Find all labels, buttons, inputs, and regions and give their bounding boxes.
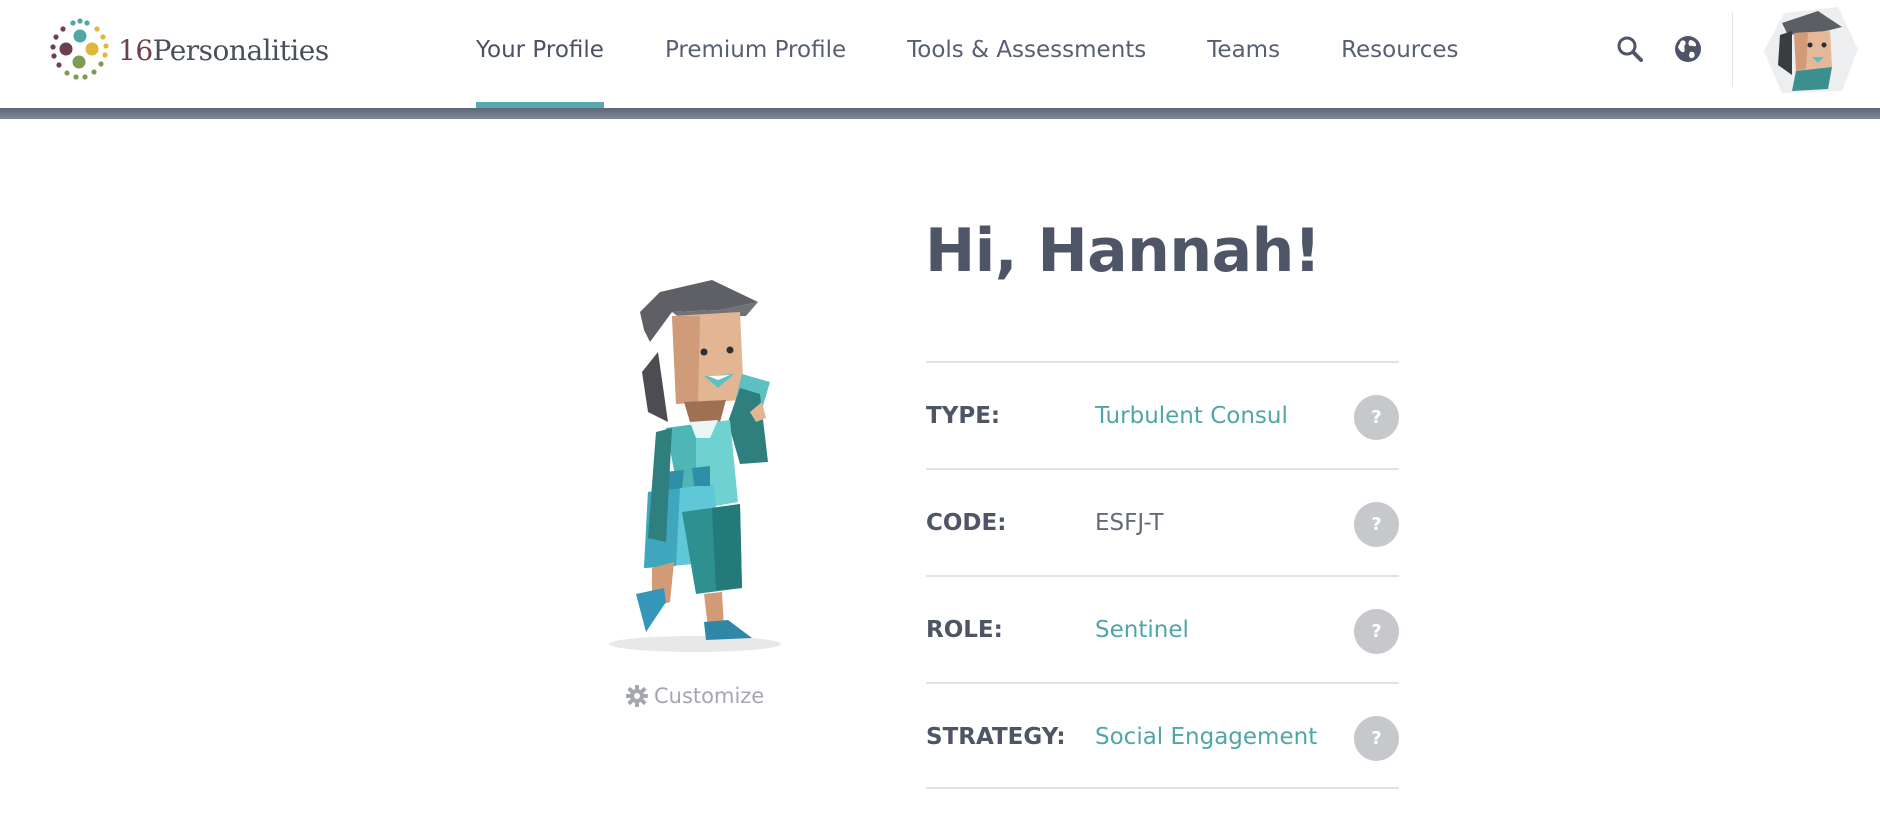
type-value-link[interactable]: Turbulent Consul: [1095, 403, 1288, 429]
logo-dots-icon: [50, 18, 109, 80]
help-button-strategy[interactable]: ?: [1354, 716, 1399, 761]
profile-row-code: CODE: ESFJ-T ?: [926, 468, 1399, 575]
globe-icon[interactable]: [1672, 33, 1704, 65]
top-navigation-bar: 16Personalities Your Profile Premium Pro…: [0, 0, 1880, 110]
nav-item-label: Resources: [1341, 37, 1459, 63]
help-button-type[interactable]: ?: [1354, 395, 1399, 440]
header-shadow-bar: [0, 108, 1880, 119]
nav-item-label: Your Profile: [476, 37, 604, 63]
user-avatar[interactable]: [1762, 5, 1860, 95]
logo-number: 16: [118, 33, 153, 67]
profile-row-strategy: STRATEGY: Social Engagement ?: [926, 682, 1399, 789]
header-divider: [1732, 12, 1733, 86]
gear-icon: [626, 685, 648, 707]
nav-your-profile[interactable]: Your Profile: [476, 0, 604, 110]
row-label: TYPE:: [926, 403, 1001, 429]
row-label: ROLE:: [926, 617, 1003, 643]
profile-summary: TYPE: Turbulent Consul ? CODE: ESFJ-T ? …: [926, 361, 1399, 789]
role-value-link[interactable]: Sentinel: [1095, 617, 1189, 643]
help-button-code[interactable]: ?: [1354, 502, 1399, 547]
strategy-value-link[interactable]: Social Engagement: [1095, 724, 1317, 750]
page-title: Hi, Hannah!: [925, 216, 1321, 286]
profile-row-type: TYPE: Turbulent Consul ?: [926, 361, 1399, 468]
customize-button[interactable]: Customize: [626, 684, 764, 708]
row-label: STRATEGY:: [926, 724, 1066, 750]
site-logo[interactable]: 16Personalities: [47, 17, 329, 83]
nav-item-label: Teams: [1207, 37, 1281, 63]
customize-label: Customize: [654, 684, 765, 708]
logo-wordmark: 16Personalities: [118, 34, 329, 67]
search-icon[interactable]: [1614, 33, 1646, 65]
nav-item-label: Premium Profile: [664, 37, 847, 63]
help-button-role[interactable]: ?: [1354, 609, 1399, 654]
profile-row-role: ROLE: Sentinel ?: [926, 575, 1399, 682]
nav-resources[interactable]: Resources: [1341, 0, 1458, 110]
row-label: CODE:: [926, 510, 1007, 536]
nav-teams[interactable]: Teams: [1207, 0, 1280, 110]
nav-item-label: Tools & Assessments: [907, 37, 1147, 63]
logo-name: Personalities: [152, 33, 330, 67]
personality-character-illustration: [600, 272, 800, 662]
nav-premium-profile[interactable]: Premium Profile: [665, 0, 846, 110]
main-nav: Your Profile Premium Profile Tools & Ass…: [476, 0, 1520, 110]
code-value: ESFJ-T: [1095, 510, 1164, 536]
nav-tools-assessments[interactable]: Tools & Assessments: [907, 0, 1146, 110]
